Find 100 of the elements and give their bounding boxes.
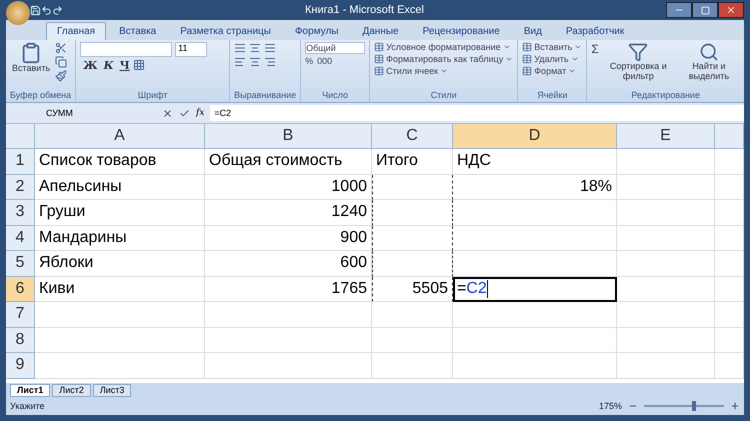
zoom-thumb[interactable] [692,401,696,411]
find-select-button[interactable]: Найти и выделить [678,42,740,82]
table-icon[interactable] [374,42,384,52]
sheet-tab[interactable]: Лист3 [92,384,132,396]
office-button[interactable] [6,1,30,25]
group-title: Шрифт [136,90,168,102]
name-box[interactable]: СУММ [6,108,156,118]
italic-button[interactable]: К [100,59,117,72]
sheet-tab[interactable]: Лист1 [10,384,50,396]
row-header[interactable]: 7 [6,302,35,328]
underline-button[interactable]: Ч [116,59,133,72]
styles-button[interactable]: Форматировать как таблицу [374,54,514,64]
align-middle-icon[interactable] [249,42,262,54]
redo-icon[interactable] [52,4,63,16]
align-right-icon[interactable] [264,56,276,68]
cancel-icon[interactable] [162,108,173,118]
row-header[interactable]: 4 [6,226,35,251]
table-icon[interactable] [522,54,532,64]
close-icon[interactable] [726,5,736,15]
table-cell: Общая стоимость [205,149,372,174]
status-mode: Укажите [10,401,45,411]
font-size-field[interactable]: 11 [175,42,208,57]
format-painter-icon[interactable] [55,70,68,82]
percent-button[interactable]: % [305,56,314,66]
align-top-icon[interactable] [234,42,246,54]
ribbon-tab[interactable]: Вставка [108,22,168,40]
group-title: Стили [430,90,458,102]
table-icon[interactable] [374,66,384,76]
align-center-icon[interactable] [249,56,262,68]
ribbon-tab[interactable]: Вид [512,22,553,40]
styles-button[interactable]: Стили ячеек [374,66,514,76]
align-bottom-icon[interactable] [264,42,276,54]
table-cell: 18% [453,174,617,200]
ribbon-tab[interactable]: Данные [351,22,410,40]
bold-button[interactable]: Ж [80,59,101,72]
table-icon[interactable] [522,42,532,52]
cells-button[interactable]: Формат [522,66,582,76]
table-cell: Яблоки [35,251,205,276]
font-name-field[interactable] [80,42,172,57]
ribbon-tab[interactable]: Разметка страницы [169,22,282,40]
column-header[interactable]: A [35,124,205,149]
table-cell [715,226,744,251]
row-header[interactable]: 2 [6,174,35,200]
table-icon[interactable] [522,66,532,76]
column-header[interactable]: B [205,124,372,149]
group-title: Выравнивание [234,90,296,102]
column-header[interactable]: C [372,124,453,149]
formula-field[interactable]: =C2 [210,105,744,121]
styles-button[interactable]: Условное форматирование [374,42,514,52]
paste-button[interactable]: Вставить [10,42,52,74]
row-header[interactable]: 6 [6,276,35,302]
undo-icon[interactable] [41,4,52,16]
table-cell: НДС [453,149,617,174]
save-icon[interactable] [30,4,41,16]
column-header[interactable]: E [617,124,715,149]
group-title: Буфер обмена [10,90,72,102]
copy-icon[interactable] [55,56,68,68]
table-cell [715,353,744,378]
row-header[interactable]: 8 [6,328,35,353]
thousands-button[interactable]: 000 [317,56,332,66]
borders-icon[interactable] [132,59,145,71]
close-button[interactable] [718,2,744,18]
clipboard-icon[interactable] [20,42,42,64]
sheet-tab[interactable]: Лист2 [52,384,91,396]
number-format-dropdown[interactable]: Общий [305,42,366,54]
autosum-button[interactable]: Σ [591,42,599,56]
enter-icon[interactable] [179,108,190,118]
table-cell: 600 [205,251,372,276]
table-cell: Мандарины [35,226,205,251]
table-cell: Груши [35,200,205,226]
cells-button[interactable]: Удалить [522,54,582,64]
table-cell: 1765 [205,276,372,302]
row-header[interactable]: 1 [6,149,35,174]
editing-cell[interactable]: =C2 [453,276,617,302]
table-cell [715,328,744,353]
row-header[interactable]: 9 [6,353,35,378]
window-title: Книга1 - Microsoft Excel [304,4,425,16]
ribbon-tab[interactable]: Рецензирование [412,22,511,40]
insert-function-button[interactable]: fx [196,108,204,118]
zoom-in-icon[interactable] [730,401,740,411]
filter-icon[interactable] [628,42,648,62]
group-title: Редактирование [630,90,701,102]
ribbon-tab[interactable]: Формулы [284,22,350,40]
row-header[interactable]: 5 [6,251,35,276]
cut-icon[interactable] [55,42,68,54]
sort-filter-button[interactable]: Сортировка и фильтр [602,42,675,82]
minimize-button[interactable] [666,2,692,18]
column-header[interactable]: D [453,124,617,149]
align-left-icon[interactable] [234,56,246,68]
search-icon[interactable] [698,42,719,62]
maximize-button[interactable] [692,2,718,18]
cells-button[interactable]: Вставить [522,42,582,52]
ribbon-tab[interactable]: Главная [46,22,106,40]
caret-icon[interactable] [440,67,448,75]
table-cell: Итого [372,149,453,174]
ribbon-tab[interactable]: Разработчик [554,22,636,40]
group-title: Ячейки [536,90,568,102]
table-cell: Киви [35,276,205,302]
table-icon[interactable] [374,54,384,64]
row-header[interactable]: 3 [6,200,35,226]
